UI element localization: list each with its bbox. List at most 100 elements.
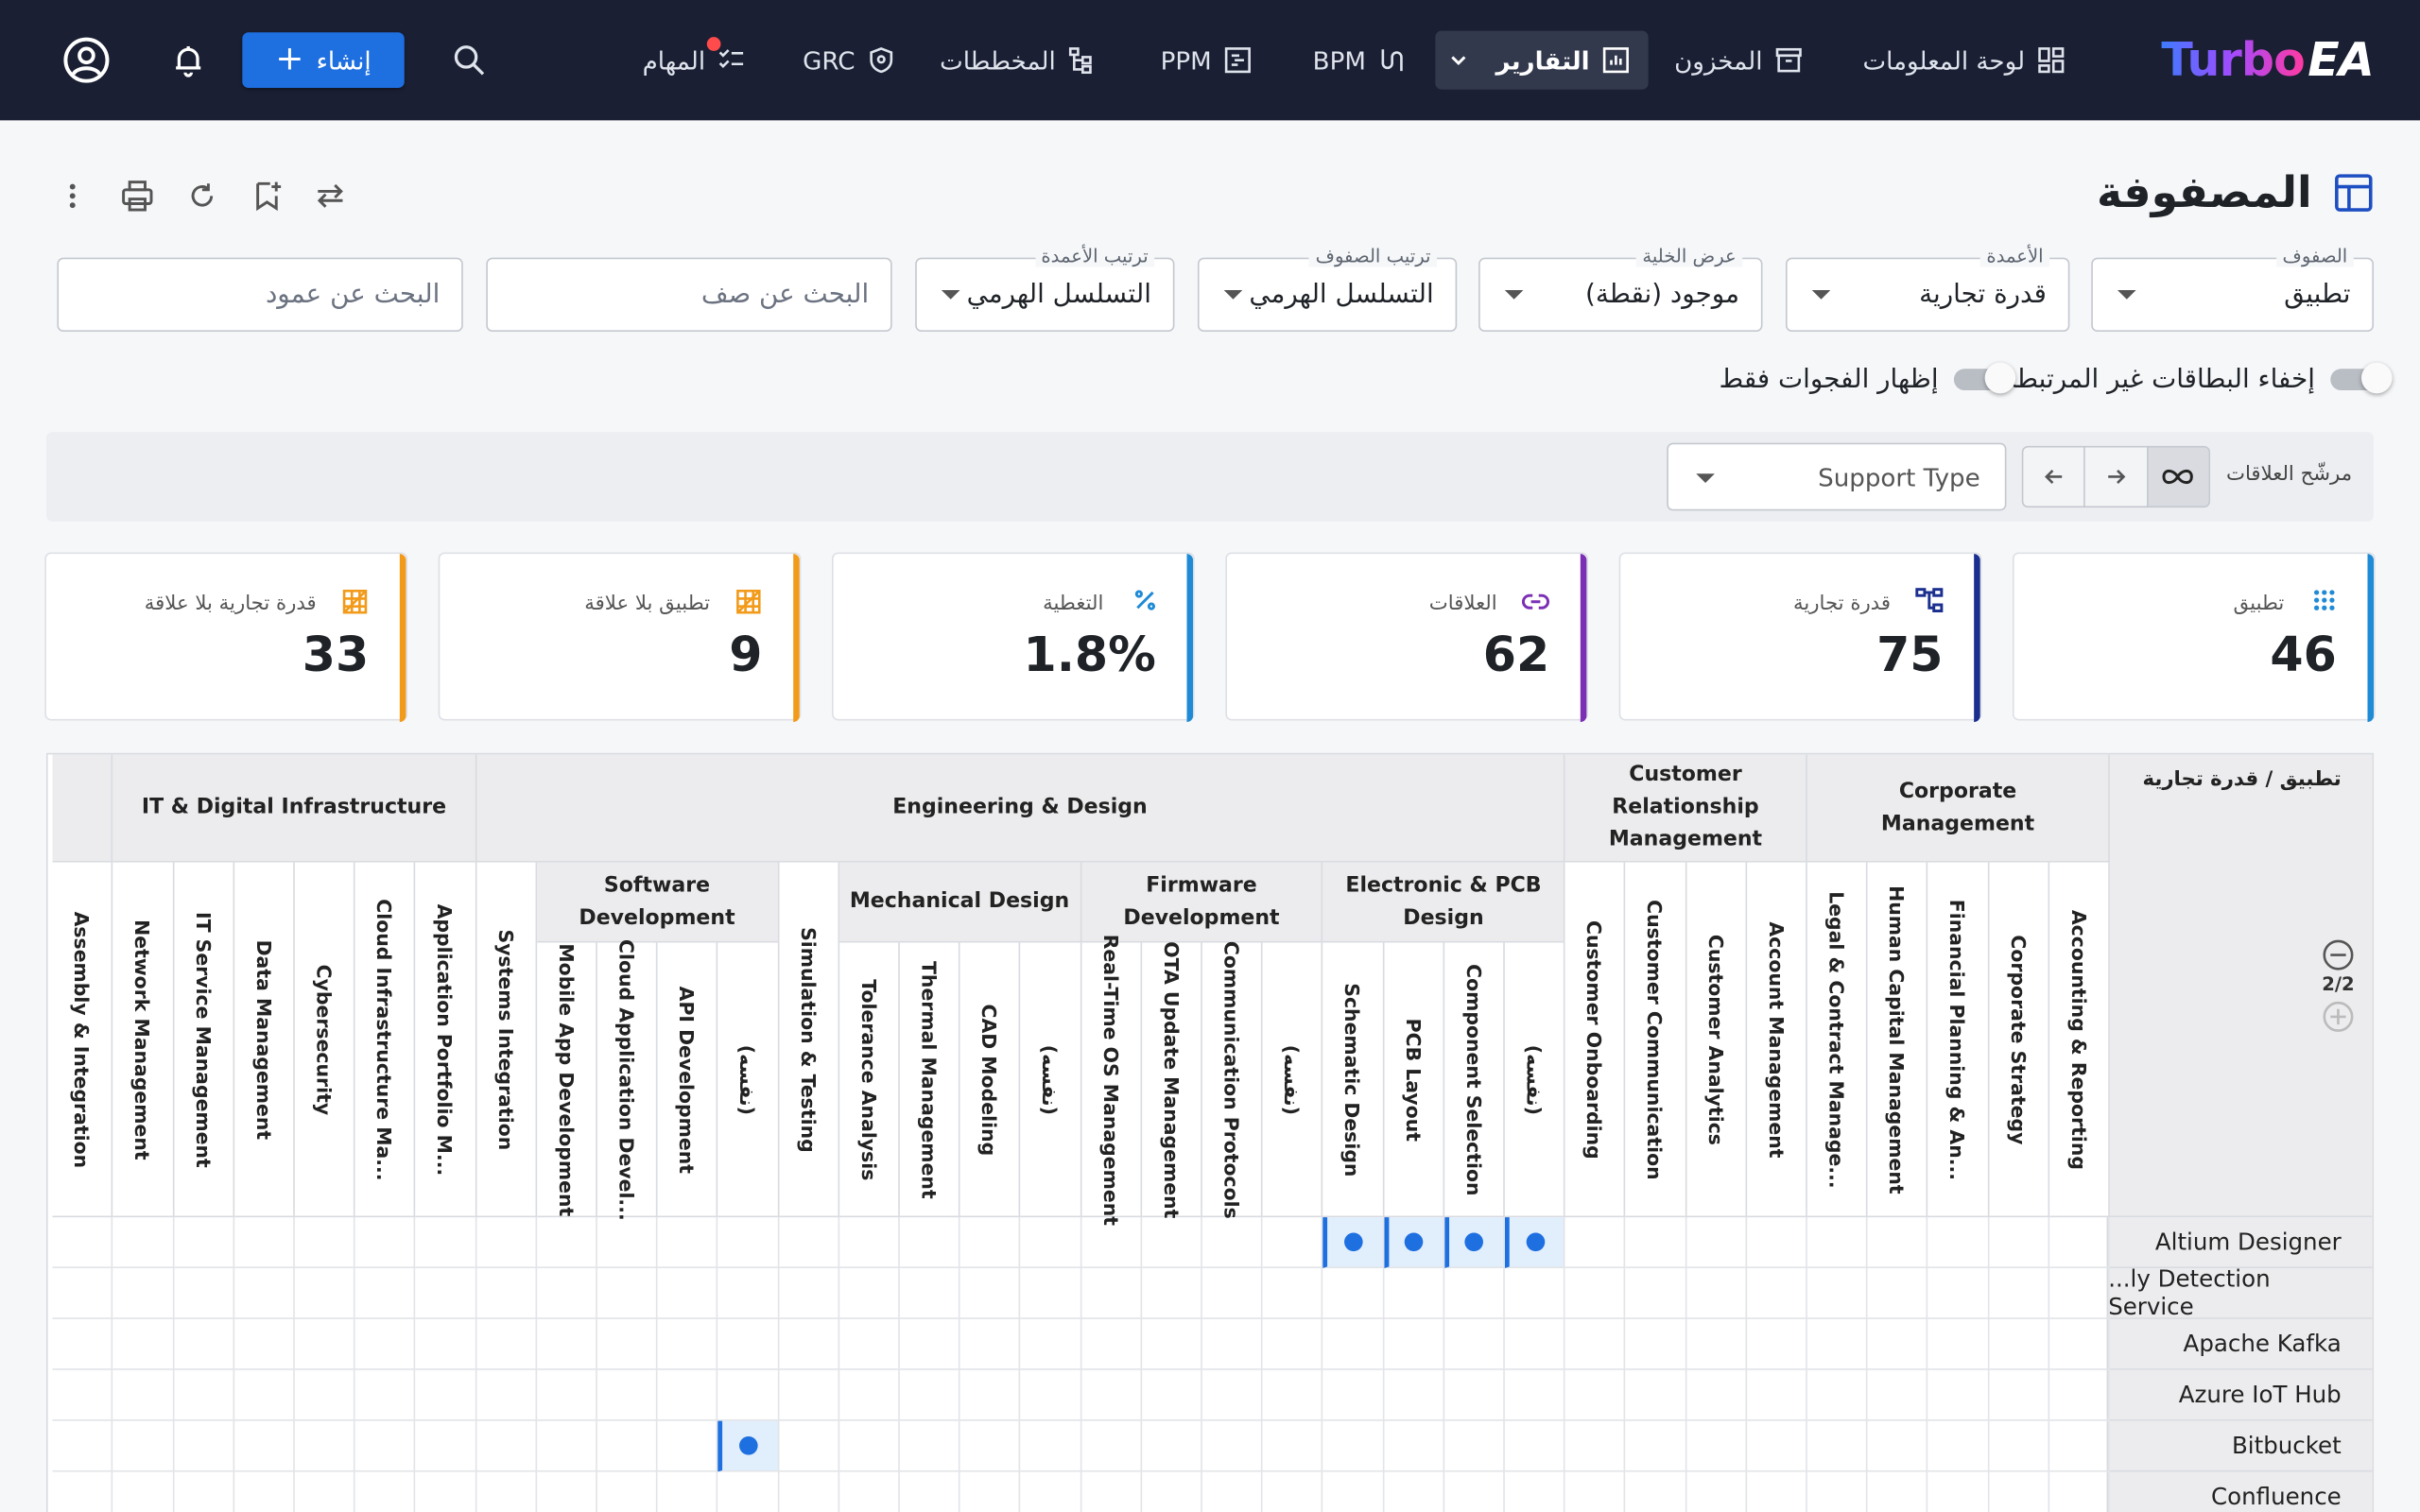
- matrix-cell[interactable]: [1927, 1217, 1989, 1269]
- matrix-cell[interactable]: [354, 1369, 416, 1421]
- matrix-cell[interactable]: [1927, 1420, 1989, 1472]
- matrix-cell[interactable]: [112, 1217, 174, 1269]
- matrix-cell[interactable]: [1262, 1217, 1323, 1269]
- column-header[interactable]: Accounting & Reporting: [2048, 862, 2110, 1218]
- columns-select[interactable]: الأعمدة قدرة تجارية: [1785, 245, 2070, 333]
- matrix-cell[interactable]: [839, 1471, 900, 1512]
- matrix-cell[interactable]: [1322, 1318, 1384, 1370]
- nav-inventory[interactable]: المخزون: [1656, 31, 1822, 90]
- matrix-cell[interactable]: [1021, 1471, 1081, 1512]
- matrix-cell[interactable]: [1262, 1369, 1323, 1421]
- matrix-cell[interactable]: [658, 1471, 718, 1512]
- matrix-cell[interactable]: [294, 1217, 355, 1269]
- matrix-cell[interactable]: [1927, 1369, 1989, 1421]
- matrix-cell[interactable]: [1141, 1318, 1202, 1370]
- column-header[interactable]: OTA Update Management: [1141, 940, 1202, 1218]
- matrix-cell[interactable]: [294, 1268, 355, 1319]
- matrix-cell[interactable]: [173, 1369, 234, 1421]
- matrix-cell[interactable]: [1141, 1369, 1202, 1421]
- matrix-cell[interactable]: [717, 1369, 779, 1421]
- matrix-cell[interactable]: [294, 1420, 355, 1472]
- matrix-cell[interactable]: [717, 1268, 779, 1319]
- matrix-cell[interactable]: [174, 1471, 234, 1512]
- matrix-cell[interactable]: [657, 1369, 718, 1421]
- matrix-cell[interactable]: [1685, 1217, 1747, 1269]
- column-header[interactable]: Customer Communication: [1625, 862, 1686, 1218]
- matrix-cell[interactable]: [52, 1420, 113, 1472]
- matrix-cell[interactable]: [537, 1471, 597, 1512]
- gaps-only-toggle[interactable]: إظهار الفجوات فقط: [1720, 361, 2016, 398]
- matrix-cell[interactable]: [1504, 1318, 1565, 1370]
- matrix-cell[interactable]: [960, 1471, 1021, 1512]
- matrix-cell[interactable]: [173, 1318, 234, 1370]
- more-options-button[interactable]: [51, 174, 95, 217]
- column-header[interactable]: Data Management: [233, 862, 295, 1218]
- column-group-header[interactable]: [52, 754, 113, 863]
- rows-select[interactable]: الصفوف تطبيق: [2091, 245, 2375, 333]
- matrix-cell[interactable]: [1141, 1217, 1202, 1269]
- matrix-cell[interactable]: [1685, 1268, 1747, 1319]
- matrix-cell[interactable]: [1504, 1420, 1565, 1472]
- nav-diagrams[interactable]: المخططات: [922, 31, 1115, 90]
- matrix-cell[interactable]: [2048, 1268, 2110, 1319]
- matrix-cell[interactable]: [1988, 1420, 2049, 1472]
- matrix-cell[interactable]: [52, 1217, 113, 1269]
- nav-bpm[interactable]: BPM: [1294, 31, 1425, 90]
- matrix-cell[interactable]: [233, 1369, 295, 1421]
- matrix-cell[interactable]: [1443, 1318, 1505, 1370]
- nav-ppm[interactable]: PPM: [1142, 31, 1270, 90]
- matrix-cell[interactable]: [778, 1268, 839, 1319]
- matrix-cell[interactable]: [1686, 1471, 1747, 1512]
- row-order-select[interactable]: ترتيب الصفوف التسلسل الهرمي: [1197, 245, 1458, 333]
- matrix-cell[interactable]: [113, 1471, 174, 1512]
- hide-unlinked-toggle[interactable]: إخفاء البطاقات غير المرتبطة: [2003, 361, 2393, 398]
- matrix-cell[interactable]: [53, 1471, 113, 1512]
- column-header[interactable]: Systems Integration: [475, 862, 537, 1218]
- matrix-cell[interactable]: [1322, 1369, 1384, 1421]
- matrix-cell[interactable]: [1201, 1217, 1263, 1269]
- save-bookmark-button[interactable]: [246, 174, 289, 217]
- matrix-cell[interactable]: [657, 1268, 718, 1319]
- matrix-cell[interactable]: [475, 1318, 537, 1370]
- matrix-cell[interactable]: [1626, 1471, 1686, 1512]
- column-header[interactable]: Application Portfolio M...: [415, 862, 476, 1218]
- matrix-cell[interactable]: [899, 1268, 960, 1319]
- matrix-cell[interactable]: [1685, 1318, 1747, 1370]
- column-header[interactable]: Cybersecurity: [294, 862, 355, 1218]
- matrix-cell[interactable]: [596, 1318, 658, 1370]
- matrix-cell[interactable]: [1806, 1268, 1868, 1319]
- matrix-cell[interactable]: [475, 1420, 537, 1472]
- matrix-cell[interactable]: [838, 1369, 900, 1421]
- matrix-cell[interactable]: [959, 1318, 1021, 1370]
- matrix-cell[interactable]: [1201, 1318, 1263, 1370]
- matrix-cell[interactable]: [596, 1369, 658, 1421]
- column-header[interactable]: Network Management: [112, 862, 174, 1218]
- matrix-cell[interactable]: [1806, 1318, 1868, 1370]
- matrix-cell[interactable]: [536, 1318, 597, 1370]
- matrix-cell[interactable]: [415, 1420, 476, 1472]
- column-group-header[interactable]: Engineering & Design: [475, 754, 1565, 863]
- column-group-header[interactable]: IT & Digital Infrastructure: [112, 754, 476, 863]
- matrix-cell[interactable]: [475, 1268, 537, 1319]
- matrix-cell[interactable]: [778, 1369, 839, 1421]
- matrix-cell[interactable]: [1806, 1369, 1868, 1421]
- matrix-cell[interactable]: [1988, 1318, 2049, 1370]
- matrix-cell[interactable]: [1625, 1318, 1686, 1370]
- expand-level-icon[interactable]: [2320, 998, 2357, 1035]
- matrix-cell[interactable]: [1080, 1318, 1142, 1370]
- direction-both-button[interactable]: [2146, 447, 2209, 507]
- matrix-cell[interactable]: [1322, 1268, 1384, 1319]
- matrix-cell[interactable]: [2049, 1471, 2110, 1512]
- row-header[interactable]: Altium Designer: [2106, 1217, 2373, 1269]
- matrix-cell[interactable]: [536, 1420, 597, 1472]
- row-header[interactable]: ...ly Detection Service: [2106, 1265, 2373, 1321]
- matrix-cell[interactable]: [173, 1268, 234, 1319]
- matrix-cell[interactable]: [1989, 1471, 2049, 1512]
- column-header[interactable]: Customer Analytics: [1685, 862, 1747, 1218]
- print-button[interactable]: [115, 174, 159, 217]
- column-header[interactable]: Customer Onboarding: [1564, 862, 1626, 1218]
- matrix-cell[interactable]: [657, 1420, 718, 1472]
- matrix-cell[interactable]: [596, 1420, 658, 1472]
- nav-reports[interactable]: التقارير: [1435, 30, 1649, 90]
- column-header[interactable]: (نفسه): [1020, 942, 1081, 1218]
